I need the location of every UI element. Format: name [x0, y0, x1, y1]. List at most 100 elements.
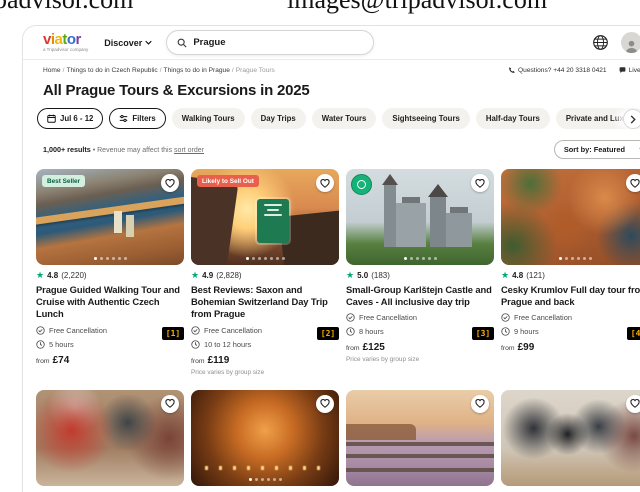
- check-circle-icon: [501, 313, 510, 322]
- carousel-dots[interactable]: [191, 257, 339, 260]
- free-cancellation-row: Free Cancellation: [346, 313, 494, 322]
- filter-chips-row: Jul 6 - 12 Filters Walking Tours Day Tri…: [37, 108, 640, 131]
- chip-sightseeing-tours[interactable]: Sightseeing Tours: [382, 108, 469, 129]
- user-icon: [624, 38, 639, 53]
- duration-row: 10 to 12 hours: [191, 340, 339, 349]
- price-row: from £119: [191, 355, 339, 366]
- date-filter-chip[interactable]: Jul 6 - 12: [37, 108, 103, 129]
- phone-label: Questions? +44 20 3318 0421: [518, 67, 607, 74]
- carousel-dots[interactable]: [191, 478, 339, 481]
- price-note: Price varies by group size: [191, 369, 339, 376]
- tour-title[interactable]: Small-Group Karlštejn Castle and Caves -…: [346, 284, 494, 308]
- price-row: from £125: [346, 342, 494, 353]
- search-input[interactable]: Prague: [166, 30, 374, 55]
- annotation-marker: [2]: [317, 327, 339, 340]
- tour-photo-friends-dinner[interactable]: [501, 390, 640, 486]
- clock-icon: [36, 340, 45, 349]
- chips-scroll-next-button[interactable]: [623, 109, 640, 129]
- tour-photo-karlstejn-castle[interactable]: [346, 169, 494, 265]
- chip-day-trips[interactable]: Day Trips: [251, 108, 306, 129]
- chip-walking-tours[interactable]: Walking Tours: [172, 108, 245, 129]
- heart-icon: [475, 179, 485, 188]
- page-title: All Prague Tours & Excursions in 2025: [43, 82, 640, 99]
- breadcrumb-home[interactable]: Home: [43, 67, 61, 74]
- account-menu[interactable]: [621, 32, 640, 53]
- tour-photo-prague-aerial[interactable]: Best Seller: [36, 169, 184, 265]
- tour-photo-cesky-krumlov[interactable]: [501, 169, 640, 265]
- tour-card-1[interactable]: Best Seller ★ 4.8 (2,220) Prague Guided …: [36, 169, 184, 376]
- phone-support[interactable]: Questions? +44 20 3318 0421: [508, 67, 607, 74]
- search-icon: [177, 38, 187, 48]
- wishlist-heart-button[interactable]: [316, 174, 334, 192]
- live-chat[interactable]: Live chat: [619, 67, 640, 74]
- heart-icon: [475, 399, 485, 408]
- duration-value: 8 hours: [359, 327, 384, 336]
- tour-card-6[interactable]: ★ 4.8 (1,589) Prague 6 Courses Medieval …: [191, 390, 339, 492]
- chip-water-tours[interactable]: Water Tours: [312, 108, 377, 129]
- calendar-icon: [47, 114, 56, 123]
- chat-icon: [619, 67, 626, 74]
- globe-language-icon[interactable]: [592, 34, 609, 51]
- revenue-note: Revenue may affect this: [97, 147, 174, 154]
- heart-icon: [165, 399, 175, 408]
- wishlist-heart-button[interactable]: [161, 395, 179, 413]
- wishlist-heart-button[interactable]: [316, 395, 334, 413]
- tour-card-8[interactable]: ★ 5.0 (1,579) Prague Eat, Sip and Make N…: [501, 390, 640, 492]
- chip-half-day-tours[interactable]: Half-day Tours: [476, 108, 550, 129]
- wishlist-heart-button[interactable]: [471, 395, 489, 413]
- tour-card-7[interactable]: ★ 4.9 (810) Discover Prague Private Tour…: [346, 390, 494, 492]
- duration-value: 9 hours: [514, 327, 539, 336]
- header-right: [592, 32, 640, 53]
- duration-row: 5 hours: [36, 340, 184, 349]
- wishlist-heart-button[interactable]: [161, 174, 179, 192]
- viator-logo[interactable]: viator a Tripadvisor company: [43, 32, 88, 53]
- filters-chip[interactable]: Filters: [109, 108, 165, 129]
- duration-row: 9 hours: [501, 327, 640, 336]
- carousel-dots[interactable]: [501, 257, 640, 260]
- discover-menu[interactable]: Discover: [104, 38, 152, 48]
- wishlist-heart-button[interactable]: [626, 395, 640, 413]
- free-cancellation-row: Free Cancellation: [501, 313, 640, 322]
- tour-card-5[interactable]: ★ 5.0 (471) Award-Winning Prague Evening…: [36, 390, 184, 492]
- heart-icon: [165, 179, 175, 188]
- tour-card-2[interactable]: Likely to Sell Out ★ 4.9 (2,828) Best Re…: [191, 169, 339, 376]
- check-circle-icon: [191, 326, 200, 335]
- tour-card-4[interactable]: ★ 4.8 (121) Cesky Krumlov Full day tour …: [501, 169, 640, 376]
- tour-photo-food-tour-group[interactable]: [36, 390, 184, 486]
- viator-logo-text: viator: [43, 32, 88, 47]
- sort-order-link[interactable]: sort order: [174, 147, 204, 154]
- tour-card-3[interactable]: ★ 5.0 (183) Small-Group Karlštejn Castle…: [346, 169, 494, 376]
- breadcrumb-czech-republic[interactable]: Things to do in Czech Republic: [66, 67, 157, 74]
- heart-icon: [320, 179, 330, 188]
- breadcrumb-prague[interactable]: Things to do in Prague: [164, 67, 230, 74]
- likely-to-sell-out-badge: Likely to Sell Out: [197, 175, 259, 187]
- wishlist-heart-button[interactable]: [471, 174, 489, 192]
- rating-value: 4.8: [512, 271, 523, 280]
- carousel-dots[interactable]: [346, 257, 494, 260]
- star-icon: ★: [501, 271, 509, 280]
- tour-title[interactable]: Best Reviews: Saxon and Bohemian Switzer…: [191, 284, 339, 321]
- price-value: £125: [363, 342, 385, 353]
- carousel-dots[interactable]: [36, 257, 184, 260]
- avatar: [621, 32, 640, 53]
- duration-value: 10 to 12 hours: [204, 340, 251, 349]
- tour-photo-prague-bridges-sunset[interactable]: [346, 390, 494, 486]
- tour-title[interactable]: Cesky Krumlov Full day tour from Prague …: [501, 284, 640, 308]
- support-utilities: Questions? +44 20 3318 0421 Live chat: [508, 67, 640, 74]
- clock-icon: [346, 327, 355, 336]
- tour-photo-sunrise-mountains[interactable]: Likely to Sell Out: [191, 169, 339, 265]
- tour-title[interactable]: Prague Guided Walking Tour and Cruise wi…: [36, 284, 184, 321]
- figure-crop-left: padvisor.com: [0, 0, 133, 15]
- wishlist-heart-button[interactable]: [626, 174, 640, 192]
- discover-label: Discover: [104, 38, 142, 48]
- star-icon: ★: [36, 271, 44, 280]
- sort-by-select[interactable]: Sort by: Featured: [554, 140, 640, 159]
- review-count: (121): [526, 271, 545, 280]
- search-value: Prague: [193, 37, 225, 48]
- chevron-right-icon: [630, 115, 636, 124]
- review-count: (183): [371, 271, 390, 280]
- tour-photo-medieval-tavern[interactable]: [191, 390, 339, 486]
- price-row: from £74: [36, 355, 184, 366]
- figure-crop-right: images@tripadvisor.com: [287, 0, 547, 15]
- rating-row: ★ 4.8 (2,220): [36, 271, 184, 280]
